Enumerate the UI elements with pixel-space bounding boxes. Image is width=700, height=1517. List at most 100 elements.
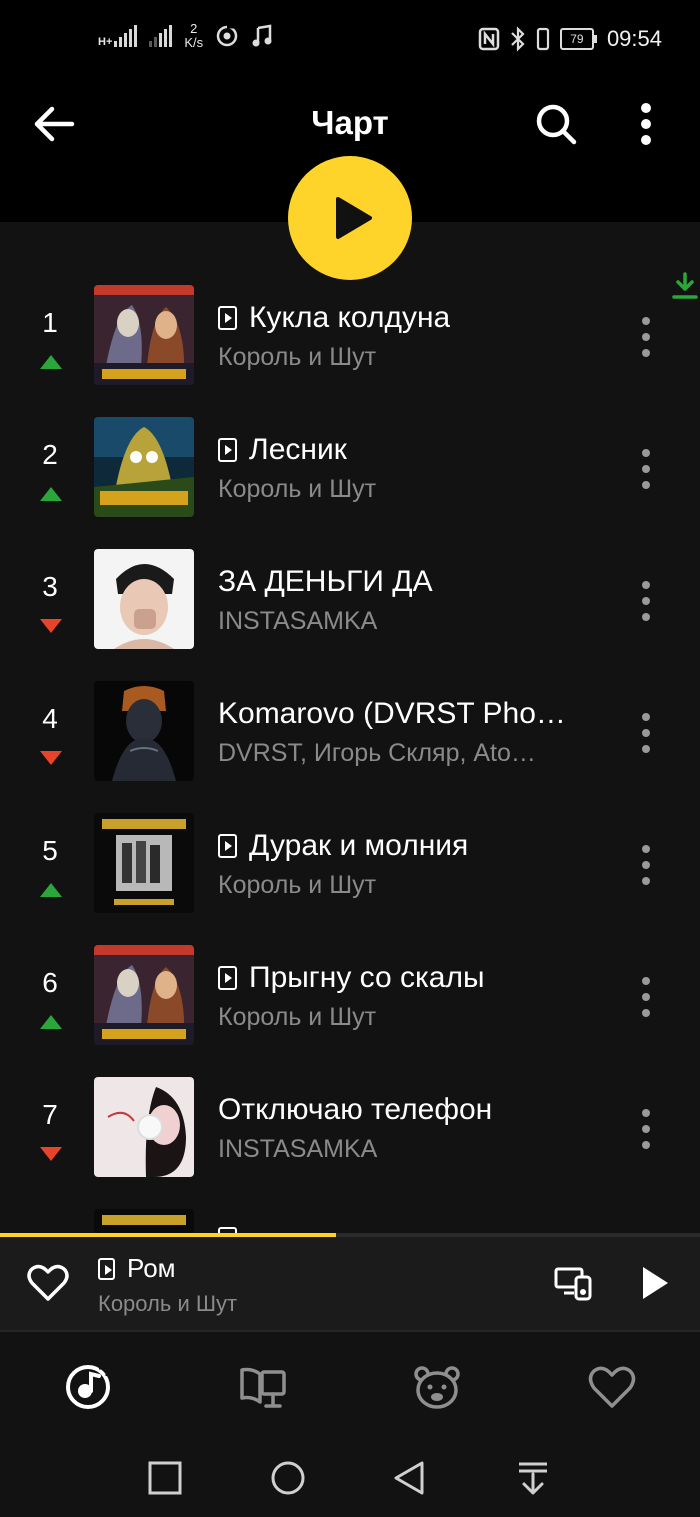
track-title: Komarovo (DVRST Pho… xyxy=(218,697,568,731)
more-vertical-icon[interactable] xyxy=(634,711,658,755)
album-cover xyxy=(94,1209,194,1233)
network-speed: 2 K/s xyxy=(184,22,203,50)
trend-up-icon xyxy=(40,883,62,897)
track-title-text: Отключаю телефон xyxy=(218,1093,493,1126)
clock: 09:54 xyxy=(606,26,662,51)
mini-player[interactable]: Ром Король и Шут xyxy=(0,1233,700,1330)
bottom-nav xyxy=(0,1332,700,1432)
track-artist: INSTASAMKA xyxy=(218,1135,378,1163)
track-title-text: Лесник xyxy=(249,433,347,466)
track-title: Кукла колдуна xyxy=(218,301,568,335)
track-artist: Король и Шут xyxy=(218,475,377,503)
track-row[interactable]: 4 Komarovo (DVRST Pho… DVRST, Игорь Скля… xyxy=(0,681,700,813)
now-playing-artist: Король и Шут xyxy=(98,1291,238,1316)
page-title: Чарт xyxy=(311,104,389,141)
signal-bars-2-icon xyxy=(149,25,173,47)
track-row[interactable]: 6 Прыгну со скалы Король и Шут xyxy=(0,945,700,1077)
speed-value: 2 xyxy=(190,21,198,36)
album-cover xyxy=(94,1077,194,1177)
kids-bear-icon[interactable] xyxy=(412,1362,462,1412)
album-cover xyxy=(94,417,194,517)
track-row[interactable]: 5 Дурак и молния Король и Шут xyxy=(0,813,700,945)
track-title-text: ЗА ДЕНЬГИ ДА xyxy=(218,565,433,598)
track-rank: 7 xyxy=(42,1099,58,1130)
play-chart-button[interactable] xyxy=(288,156,412,280)
trend-down-icon xyxy=(40,1147,62,1161)
track-rank: 3 xyxy=(42,571,58,602)
track-row[interactable]: 3 ЗА ДЕНЬГИ ДА INSTASAMKA xyxy=(0,549,700,681)
play-icon xyxy=(336,197,372,239)
track-row[interactable]: 7 Отключаю телефон INSTASAMKA xyxy=(0,1077,700,1209)
music-note-icon xyxy=(252,24,272,47)
trend-down-icon xyxy=(40,751,62,765)
track-artist: DVRST, Игорь Скляр, Ato… xyxy=(218,739,536,767)
battery-icon: 79 xyxy=(559,28,597,50)
recents-icon[interactable] xyxy=(147,1460,183,1496)
library-icon[interactable] xyxy=(238,1362,288,1412)
trend-up-icon xyxy=(40,355,62,369)
cast-devices-icon[interactable] xyxy=(554,1265,594,1301)
now-playing-title-text: Ром xyxy=(127,1253,176,1283)
notifications-down-icon[interactable] xyxy=(515,1460,551,1496)
album-cover xyxy=(94,549,194,649)
track-rank: 4 xyxy=(42,703,58,734)
track-row[interactable]: 1 Кукла колдуна Король и Шут xyxy=(0,285,700,417)
album-cover xyxy=(94,285,194,385)
back-icon[interactable] xyxy=(392,1460,428,1496)
more-vertical-icon[interactable] xyxy=(634,975,658,1019)
video-clip-icon xyxy=(98,1257,115,1280)
system-nav-bar xyxy=(0,1432,700,1517)
nfc-icon xyxy=(478,27,500,51)
music-app-status-icon xyxy=(216,25,238,47)
bluetooth-icon xyxy=(511,26,525,52)
now-playing-title: Ром xyxy=(98,1253,176,1284)
video-clip-icon xyxy=(218,438,237,462)
more-vertical-icon[interactable] xyxy=(634,843,658,887)
more-vertical-icon[interactable] xyxy=(634,1107,658,1151)
battery-level: 79 xyxy=(559,28,594,50)
album-cover xyxy=(94,681,194,781)
heart-icon[interactable] xyxy=(587,1362,637,1412)
album-cover xyxy=(94,813,194,913)
more-vertical-icon[interactable] xyxy=(634,315,658,359)
track-title: Дурак и молния xyxy=(218,829,568,863)
track-rank: 5 xyxy=(42,835,58,866)
track-title-text: Кукла колдуна xyxy=(249,301,451,334)
playback-progress xyxy=(0,1233,336,1237)
vibrate-icon xyxy=(536,27,550,51)
signal-1: H+ xyxy=(98,25,138,48)
home-icon[interactable] xyxy=(270,1460,306,1496)
track-title: ЗА ДЕНЬГИ ДА xyxy=(218,565,568,599)
track-artist: INSTASAMKA xyxy=(218,607,378,635)
track-artist: Король и Шут xyxy=(218,343,377,371)
network-type: H+ xyxy=(98,36,113,48)
heart-icon[interactable] xyxy=(26,1263,70,1303)
trend-down-icon xyxy=(40,619,62,633)
status-bar: H+ 2 K/s 79 09:54 xyxy=(0,0,700,82)
track-title: Лесник xyxy=(218,433,568,467)
video-clip-icon xyxy=(218,966,237,990)
more-vertical-icon[interactable] xyxy=(634,579,658,623)
trend-up-icon xyxy=(40,487,62,501)
signal-bars-icon xyxy=(114,25,138,47)
track-title: Отключаю телефон xyxy=(218,1093,568,1127)
track-title-text: Прыгну со скалы xyxy=(249,961,485,994)
track-row-partial[interactable] xyxy=(0,1209,700,1233)
video-clip-icon xyxy=(218,306,237,330)
speed-unit: K/s xyxy=(184,35,204,50)
music-icon[interactable] xyxy=(63,1362,113,1412)
track-rank: 6 xyxy=(42,967,58,998)
more-vertical-icon[interactable] xyxy=(626,100,666,148)
search-icon[interactable] xyxy=(532,100,580,148)
trend-up-icon xyxy=(40,1015,62,1029)
track-artist: Король и Шут xyxy=(218,1003,377,1031)
track-rank: 1 xyxy=(42,307,58,338)
track-row[interactable]: 2 Лесник Король и Шут xyxy=(0,417,700,549)
track-artist: Король и Шут xyxy=(218,871,377,899)
more-vertical-icon[interactable] xyxy=(634,447,658,491)
track-rank: 2 xyxy=(42,439,58,470)
video-clip-icon xyxy=(218,834,237,858)
play-icon[interactable] xyxy=(640,1265,670,1301)
status-left: H+ 2 K/s xyxy=(98,22,273,50)
track-title: Прыгну со скалы xyxy=(218,961,568,995)
